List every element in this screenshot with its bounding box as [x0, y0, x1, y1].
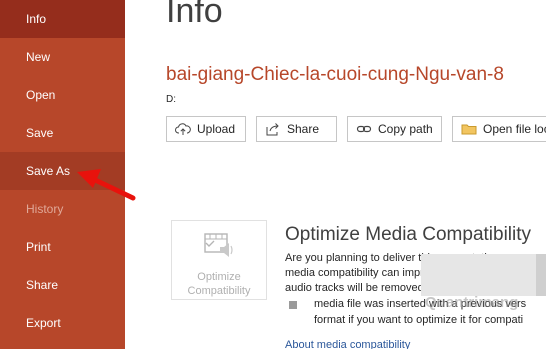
share-label: Share	[287, 122, 320, 136]
optimize-compatibility-button[interactable]: Optimize Compatibility	[171, 220, 267, 300]
section-title: Optimize Media Compatibility	[285, 224, 532, 245]
nav-share[interactable]: Share	[0, 266, 125, 304]
scrollbar[interactable]	[421, 254, 546, 296]
nav-save[interactable]: Save	[0, 114, 125, 152]
scrollbar-thumb[interactable]	[536, 254, 546, 296]
page-title: Info	[166, 0, 223, 30]
red-arrow-annotation	[77, 169, 136, 201]
media-compatibility-icon	[204, 233, 233, 257]
share-button[interactable]: Share	[256, 116, 337, 142]
about-media-compatibility-link[interactable]: About media compatibility	[285, 339, 410, 349]
compatibility-label: Compatibility	[187, 285, 251, 297]
bullet-line: format if you want to optimize it for co…	[314, 314, 524, 326]
open-file-location-button[interactable]: Open file loc	[452, 116, 546, 142]
nav-export[interactable]: Export	[0, 304, 125, 342]
open-file-location-label: Open file loc	[483, 122, 546, 136]
bullet-icon	[289, 301, 297, 309]
upload-button[interactable]: Upload	[166, 116, 246, 142]
document-path: D:	[166, 94, 176, 105]
folder-icon	[461, 124, 477, 135]
nav-info[interactable]: Info	[0, 0, 125, 38]
cloud-upload-icon	[175, 123, 191, 135]
copy-path-label: Copy path	[378, 122, 433, 136]
nav-new[interactable]: New	[0, 38, 125, 76]
nav-print[interactable]: Print	[0, 228, 125, 266]
info-pane: Info bai-giang-Chiec-la-cuoi-cung-Ngu-va…	[125, 0, 546, 349]
optimize-label: Optimize	[197, 271, 241, 283]
watermark: Quantrimang	[425, 294, 519, 311]
link-icon	[356, 125, 372, 133]
upload-label: Upload	[197, 122, 236, 136]
copy-path-button[interactable]: Copy path	[347, 116, 442, 142]
share-icon	[266, 123, 279, 136]
document-filename: bai-giang-Chiec-la-cuoi-cung-Ngu-van-8	[166, 64, 504, 85]
nav-open[interactable]: Open	[0, 76, 125, 114]
